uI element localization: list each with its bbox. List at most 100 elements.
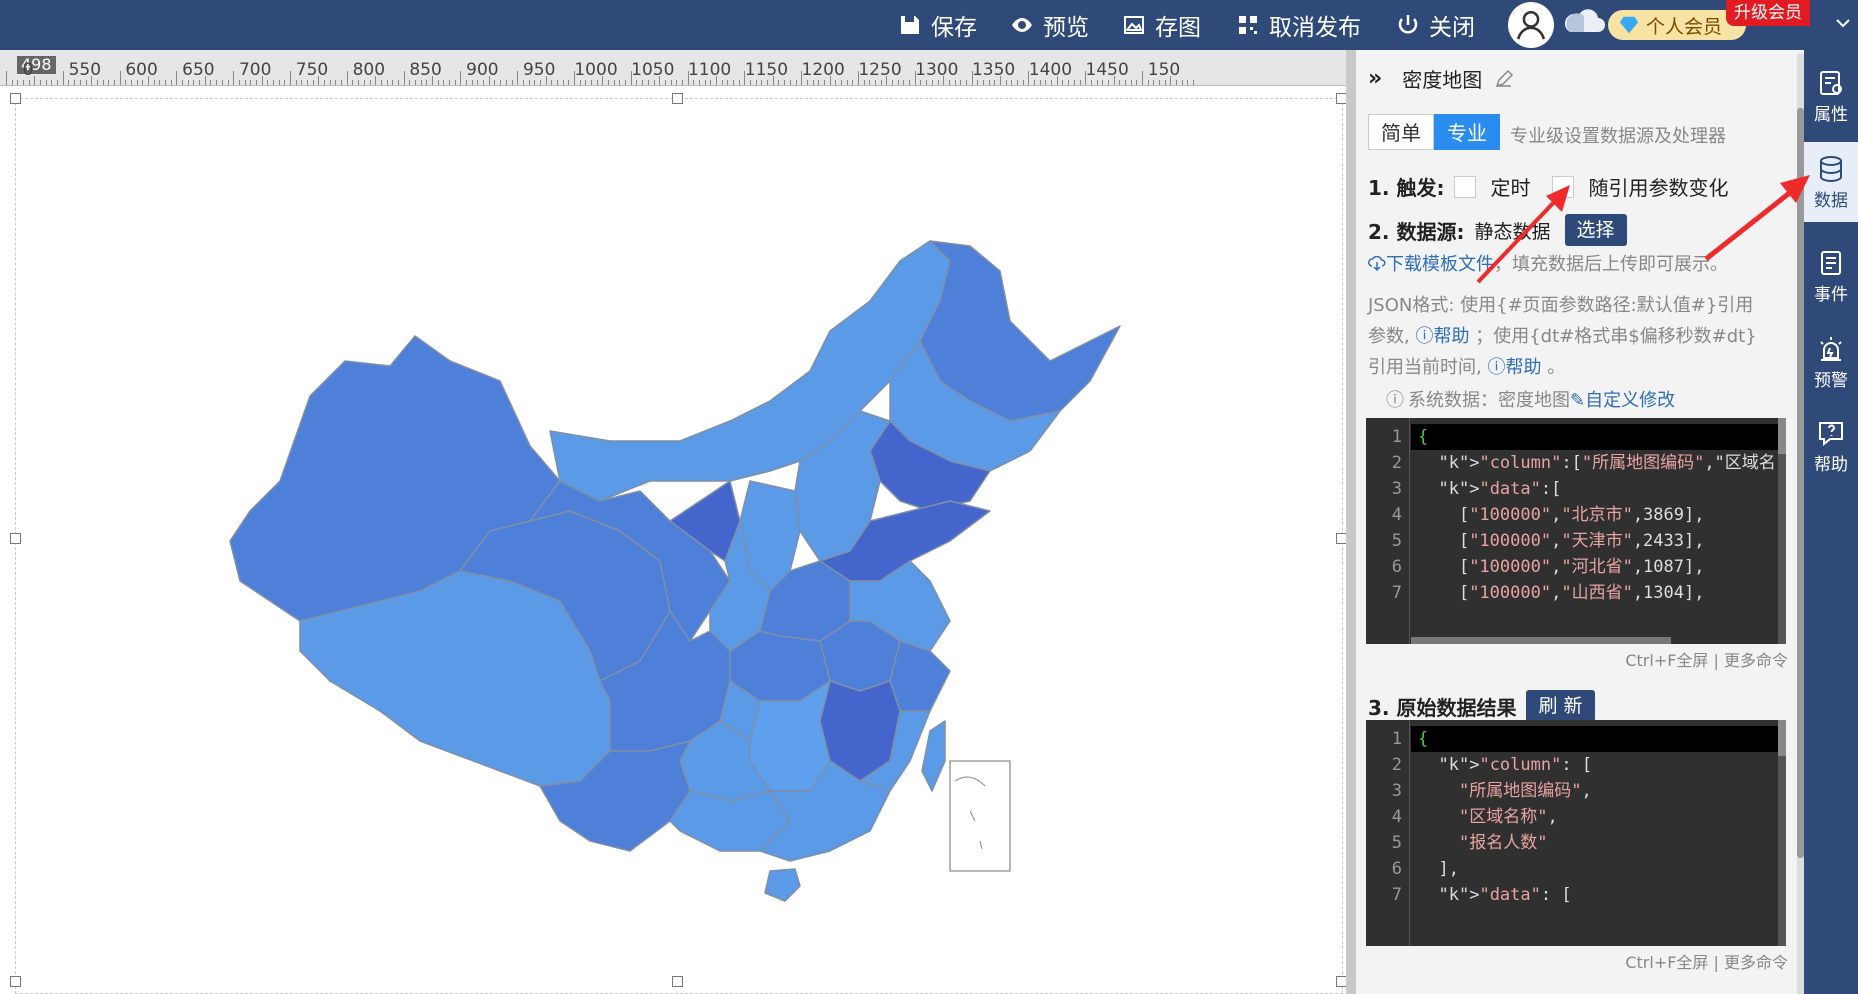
code-line[interactable]: 2 "k">"column":["所属地图编码","区域名 — [1366, 450, 1786, 476]
tab-simple[interactable]: 简单 — [1368, 114, 1434, 150]
editor-hscrollbar[interactable] — [1411, 637, 1671, 644]
code-line[interactable]: 7 ["100000","山西省",1304], — [1366, 580, 1786, 606]
editor-vscroll-thumb[interactable] — [1778, 418, 1786, 454]
ruler-tick — [40, 80, 42, 85]
ruler-tick — [148, 76, 149, 85]
custom-edit-link[interactable]: ✎自定义修改 — [1570, 386, 1675, 412]
ruler-tick — [977, 80, 979, 85]
chevron-down-icon[interactable] — [1834, 14, 1852, 32]
ruler-tick — [301, 80, 303, 85]
json-format-help: JSON格式: 使用{#页面参数路径:默认值#}引用 参数, ⓘ帮助 ；使用{d… — [1368, 295, 1757, 378]
result-editor-footer[interactable]: Ctrl+F全屏 | 更多命令 — [1625, 949, 1788, 973]
ruler-tick — [187, 80, 189, 85]
ruler-tick — [608, 80, 610, 85]
sidebar-item-alerts[interactable]: 预警 — [1804, 328, 1858, 398]
ruler-tick — [539, 80, 541, 85]
save-image-button[interactable]: 存图 — [1122, 9, 1201, 41]
ruler-tick — [863, 80, 865, 85]
data-source-editor[interactable]: 1{2 "k">"column":["所属地图编码","区域名 3 "k">"da… — [1366, 418, 1786, 644]
ruler-tick — [108, 80, 110, 85]
ruler-label: 1450 — [1085, 60, 1129, 80]
sidebar-item-help[interactable]: 帮助 — [1804, 412, 1858, 492]
code-line[interactable]: 5 ["100000","天津市",2433], — [1366, 528, 1786, 554]
unpublish-button[interactable]: 取消发布 — [1236, 9, 1361, 41]
region-hainan[interactable] — [764, 868, 801, 902]
code-line[interactable]: 3 "所属地图编码", — [1366, 778, 1786, 804]
code-line[interactable]: 5 "报名人数" — [1366, 830, 1786, 856]
ruler-tick — [483, 80, 485, 85]
ruler-tick — [687, 71, 689, 85]
sidebar-item-properties[interactable]: 属性 — [1804, 62, 1858, 132]
edit-icon[interactable] — [1494, 69, 1514, 89]
ruler-tick — [778, 80, 780, 85]
ruler-tick — [403, 71, 405, 85]
ruler-tick — [659, 76, 661, 85]
sidebar-item-data[interactable]: 数据 — [1804, 142, 1858, 222]
collapse-icon[interactable]: » — [1368, 66, 1382, 91]
resize-handle-nw[interactable] — [10, 93, 21, 104]
timer-checkbox[interactable] — [1454, 175, 1477, 198]
ruler-tick — [704, 80, 706, 85]
ruler-tick — [545, 76, 547, 85]
ruler-tick — [488, 76, 490, 85]
code-line[interactable]: 6 ], — [1366, 856, 1786, 882]
ruler-tick — [272, 80, 274, 85]
help-link-2[interactable]: ⓘ帮助 — [1487, 357, 1541, 378]
code-line[interactable]: 1{ — [1366, 726, 1786, 752]
source-value: 静态数据 — [1474, 220, 1551, 243]
sidebar-item-events[interactable]: 事件 — [1804, 242, 1858, 312]
ruler-tick — [903, 80, 905, 85]
preview-button[interactable]: 预览 — [1010, 9, 1089, 41]
ruler-tick — [341, 80, 343, 85]
code-line[interactable]: 4 ["100000","北京市",3869], — [1366, 502, 1786, 528]
ruler-tick — [1181, 80, 1183, 85]
help-link-1[interactable]: ⓘ帮助 — [1415, 326, 1469, 347]
resize-handle-n[interactable] — [672, 93, 683, 104]
ruler-tick — [937, 80, 939, 85]
ruler-tick — [352, 80, 354, 85]
param-change-checkbox[interactable] — [1552, 175, 1575, 198]
ruler-tick — [784, 80, 786, 85]
ruler-tick — [17, 80, 19, 85]
ruler-tick — [1176, 80, 1178, 85]
code-line[interactable]: 7 "k">"data": [ — [1366, 882, 1786, 908]
upgrade-button[interactable]: 升级会员 — [1726, 0, 1810, 26]
resize-handle-sw[interactable] — [10, 976, 21, 987]
tab-pro[interactable]: 专业 — [1434, 114, 1500, 150]
editor-vscroll-thumb[interactable] — [1778, 720, 1786, 756]
region-taiwan[interactable] — [921, 720, 946, 792]
ruler-tick — [522, 80, 524, 85]
ruler-tick — [1153, 80, 1155, 85]
save-button[interactable]: 保存 — [898, 9, 977, 41]
code-line[interactable]: 1{ — [1366, 424, 1786, 450]
panel-scrollbar-thumb[interactable] — [1797, 108, 1804, 858]
close-button[interactable]: 关闭 — [1396, 9, 1475, 41]
code-line[interactable]: 2 "k">"column": [ — [1366, 752, 1786, 778]
select-source-button[interactable]: 选择 — [1564, 214, 1627, 246]
code-line[interactable]: 6 ["100000","河北省",1087], — [1366, 554, 1786, 580]
user-avatar[interactable] — [1508, 2, 1554, 48]
editor-footer[interactable]: Ctrl+F全屏 | 更多命令 — [1625, 647, 1788, 671]
ruler-tick — [920, 80, 922, 85]
canvas-scrollbar[interactable] — [1346, 50, 1356, 994]
region-zhejiang[interactable] — [889, 640, 951, 712]
design-canvas[interactable] — [0, 86, 1347, 994]
code-line[interactable]: 3 "k">"data":[ — [1366, 476, 1786, 502]
ruler-tick — [926, 80, 928, 85]
ruler-label: 1350 — [971, 60, 1016, 80]
result-editor[interactable]: 1{2 "k">"column": [3 "所属地图编码", 4 "区域名称", 5… — [1366, 720, 1786, 946]
download-template-link[interactable]: 下载模板文件 — [1386, 250, 1494, 276]
density-map[interactable] — [210, 181, 1140, 981]
ruler-tick — [897, 80, 899, 85]
refresh-button[interactable]: 刷 新 — [1526, 690, 1595, 722]
qrcode-icon — [1239, 16, 1257, 34]
ruler-tick — [971, 71, 973, 85]
ruler-tick — [1130, 80, 1132, 85]
resize-handle-w[interactable] — [10, 533, 21, 544]
ruler-tick — [789, 80, 791, 85]
ruler-tick — [199, 80, 201, 85]
ruler-tick — [1124, 80, 1126, 85]
ruler-tick — [613, 80, 615, 85]
code-line[interactable]: 4 "区域名称", — [1366, 804, 1786, 830]
ruler-tick — [358, 80, 360, 85]
